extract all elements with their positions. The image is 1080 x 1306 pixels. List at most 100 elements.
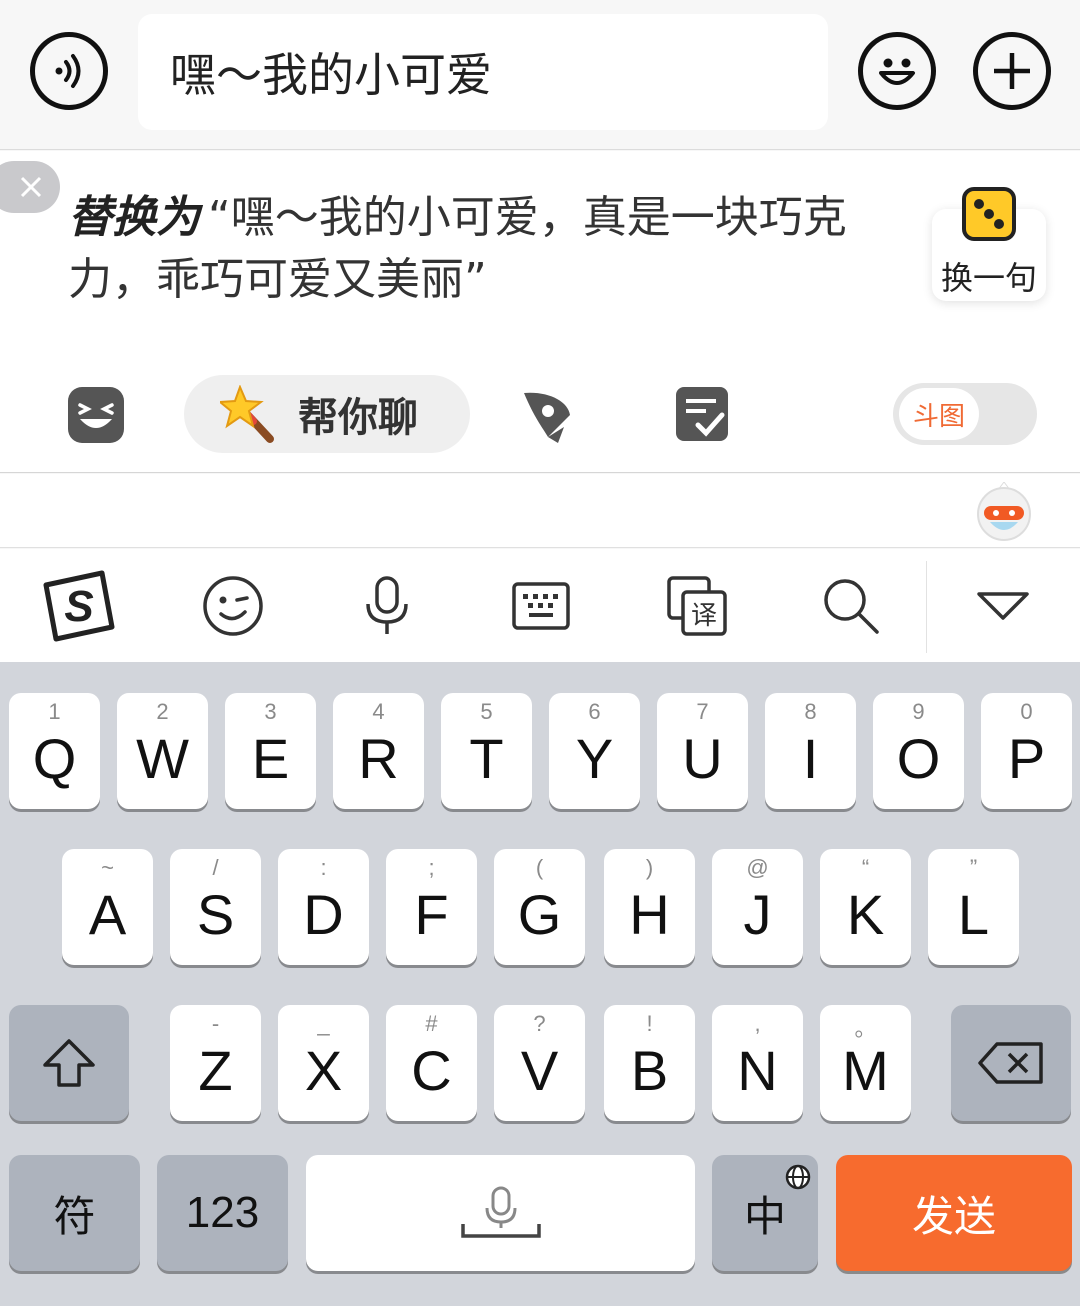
numbers-key-label: 123 bbox=[185, 1188, 260, 1237]
key-hint: , bbox=[754, 1011, 761, 1036]
key-h[interactable]: ) H bbox=[604, 849, 695, 965]
keyboard-icon[interactable] bbox=[506, 571, 576, 641]
suggestion-text[interactable]: 替换为 “嘿～我的小可爱，真是一块巧克力，乖巧可爱又美丽” bbox=[68, 187, 888, 311]
key-f[interactable]: ; F bbox=[386, 849, 477, 965]
suggestion-lead: 替换为 bbox=[68, 192, 200, 243]
key-o[interactable]: 9O bbox=[873, 693, 964, 809]
key-label: Q bbox=[32, 726, 77, 790]
symbols-key[interactable]: 符 bbox=[9, 1155, 140, 1271]
voice-icon[interactable] bbox=[30, 32, 108, 110]
shift-key[interactable] bbox=[9, 1005, 129, 1121]
key-hint: : bbox=[320, 855, 327, 880]
key-g[interactable]: (G bbox=[494, 849, 585, 965]
key-label: A bbox=[88, 882, 127, 946]
key-label: H bbox=[629, 882, 670, 946]
key-n[interactable]: ,N bbox=[712, 1005, 803, 1121]
backspace-key[interactable] bbox=[951, 1005, 1071, 1121]
key-x[interactable]: _ X bbox=[278, 1005, 369, 1121]
shift-icon bbox=[43, 1039, 95, 1087]
key-hint: 6 bbox=[588, 699, 601, 724]
key-i[interactable]: 8I bbox=[765, 693, 856, 809]
key-hint: 4 bbox=[372, 699, 385, 724]
plus-icon[interactable] bbox=[973, 32, 1051, 110]
robot-mascot-icon[interactable] bbox=[976, 482, 1032, 542]
space-key[interactable] bbox=[306, 1155, 695, 1271]
key-label: F bbox=[414, 882, 449, 946]
rocket-icon[interactable] bbox=[518, 387, 576, 445]
key-hint: - bbox=[211, 1011, 220, 1036]
key-hint: 1 bbox=[48, 699, 61, 724]
key-hint: 9 bbox=[912, 699, 925, 724]
send-button[interactable]: 发送 bbox=[836, 1155, 1072, 1271]
key-v[interactable]: ? V bbox=[494, 1005, 585, 1121]
space-mic-icon bbox=[460, 1186, 541, 1238]
key-r[interactable]: 4R bbox=[333, 693, 424, 809]
checklist-icon[interactable] bbox=[676, 387, 728, 441]
key-label: X bbox=[304, 1038, 343, 1102]
globe-icon bbox=[785, 1164, 811, 1190]
send-button-label: 发送 bbox=[911, 1191, 996, 1241]
search-icon[interactable] bbox=[816, 571, 886, 641]
key-z[interactable]: -Z bbox=[170, 1005, 261, 1121]
key-d[interactable]: :D bbox=[278, 849, 369, 965]
key-k[interactable]: “K bbox=[820, 849, 911, 965]
key-l[interactable]: ” L bbox=[928, 849, 1019, 965]
key-label: G bbox=[517, 882, 562, 946]
key-label: T bbox=[469, 726, 504, 790]
key-b[interactable]: ! B bbox=[604, 1005, 695, 1121]
language-key[interactable]: 中 bbox=[712, 1155, 818, 1271]
laugh-emoji-icon[interactable] bbox=[68, 387, 124, 443]
close-suggestion-button[interactable] bbox=[0, 161, 60, 213]
translate-icon[interactable]: 译 bbox=[662, 571, 732, 641]
suggestion-panel: 替换为 “嘿～我的小可爱，真是一块巧克力，乖巧可爱又美丽” 换一句 帮你聊 斗图 bbox=[0, 151, 1080, 473]
key-p[interactable]: 0P bbox=[981, 693, 1072, 809]
key-c[interactable]: # C bbox=[386, 1005, 477, 1121]
microphone-icon[interactable] bbox=[352, 571, 422, 641]
key-y[interactable]: 6Y bbox=[549, 693, 640, 809]
key-w[interactable]: 2W bbox=[117, 693, 208, 809]
collapse-icon[interactable] bbox=[968, 571, 1038, 641]
key-s[interactable]: / S bbox=[170, 849, 261, 965]
key-hint: ) bbox=[645, 855, 654, 880]
keyboard: 1Q 2W 3E 4R 5T 6Y 7U 8I 9O 0P ~ A / S :D ;… bbox=[0, 662, 1080, 1306]
toolbar-divider bbox=[926, 561, 927, 653]
message-input-text: 嘿～我的小可爱 bbox=[170, 48, 492, 102]
key-j[interactable]: @ J bbox=[712, 849, 803, 965]
close-icon bbox=[20, 176, 42, 198]
sogou-logo-icon[interactable]: S bbox=[40, 567, 118, 645]
numbers-key[interactable]: 123 bbox=[157, 1155, 288, 1271]
shuffle-sentence-button[interactable]: 换一句 bbox=[932, 187, 1046, 301]
doutu-toggle[interactable]: 斗图 bbox=[893, 383, 1037, 445]
smiley-icon[interactable] bbox=[858, 32, 936, 110]
key-e[interactable]: 3E bbox=[225, 693, 316, 809]
suggestion-toolbar: 帮你聊 斗图 bbox=[0, 375, 1080, 455]
emoji-wink-icon[interactable] bbox=[198, 571, 268, 641]
key-hint: “ bbox=[861, 855, 870, 880]
key-label: U bbox=[682, 726, 723, 790]
key-hint: 7 bbox=[696, 699, 709, 724]
key-a[interactable]: ~ A bbox=[62, 849, 153, 965]
key-label: R bbox=[358, 726, 399, 790]
key-q[interactable]: 1Q bbox=[9, 693, 100, 809]
key-label: C bbox=[411, 1038, 452, 1102]
key-hint: ; bbox=[428, 855, 435, 880]
key-hint: 5 bbox=[480, 699, 493, 724]
key-label: S bbox=[196, 882, 235, 946]
ime-toolbar: S 译 bbox=[0, 549, 1080, 662]
message-input[interactable]: 嘿～我的小可爱 bbox=[138, 14, 828, 130]
language-key-label: 中 bbox=[743, 1191, 786, 1241]
mascot-strip bbox=[0, 474, 1080, 548]
help-chat-button[interactable]: 帮你聊 bbox=[184, 375, 470, 453]
key-label: P bbox=[1007, 726, 1046, 790]
key-hint: / bbox=[212, 855, 219, 880]
key-hint: 2 bbox=[156, 699, 169, 724]
key-hint: ! bbox=[646, 1011, 653, 1036]
key-hint: ~ bbox=[101, 855, 114, 880]
key-hint: # bbox=[425, 1011, 438, 1036]
help-chat-label: 帮你聊 bbox=[298, 395, 418, 441]
key-t[interactable]: 5T bbox=[441, 693, 532, 809]
shuffle-label: 换一句 bbox=[940, 259, 1037, 297]
key-u[interactable]: 7U bbox=[657, 693, 748, 809]
key-m[interactable]: 。 M bbox=[820, 1005, 911, 1121]
key-hint: 。 bbox=[854, 1016, 877, 1041]
